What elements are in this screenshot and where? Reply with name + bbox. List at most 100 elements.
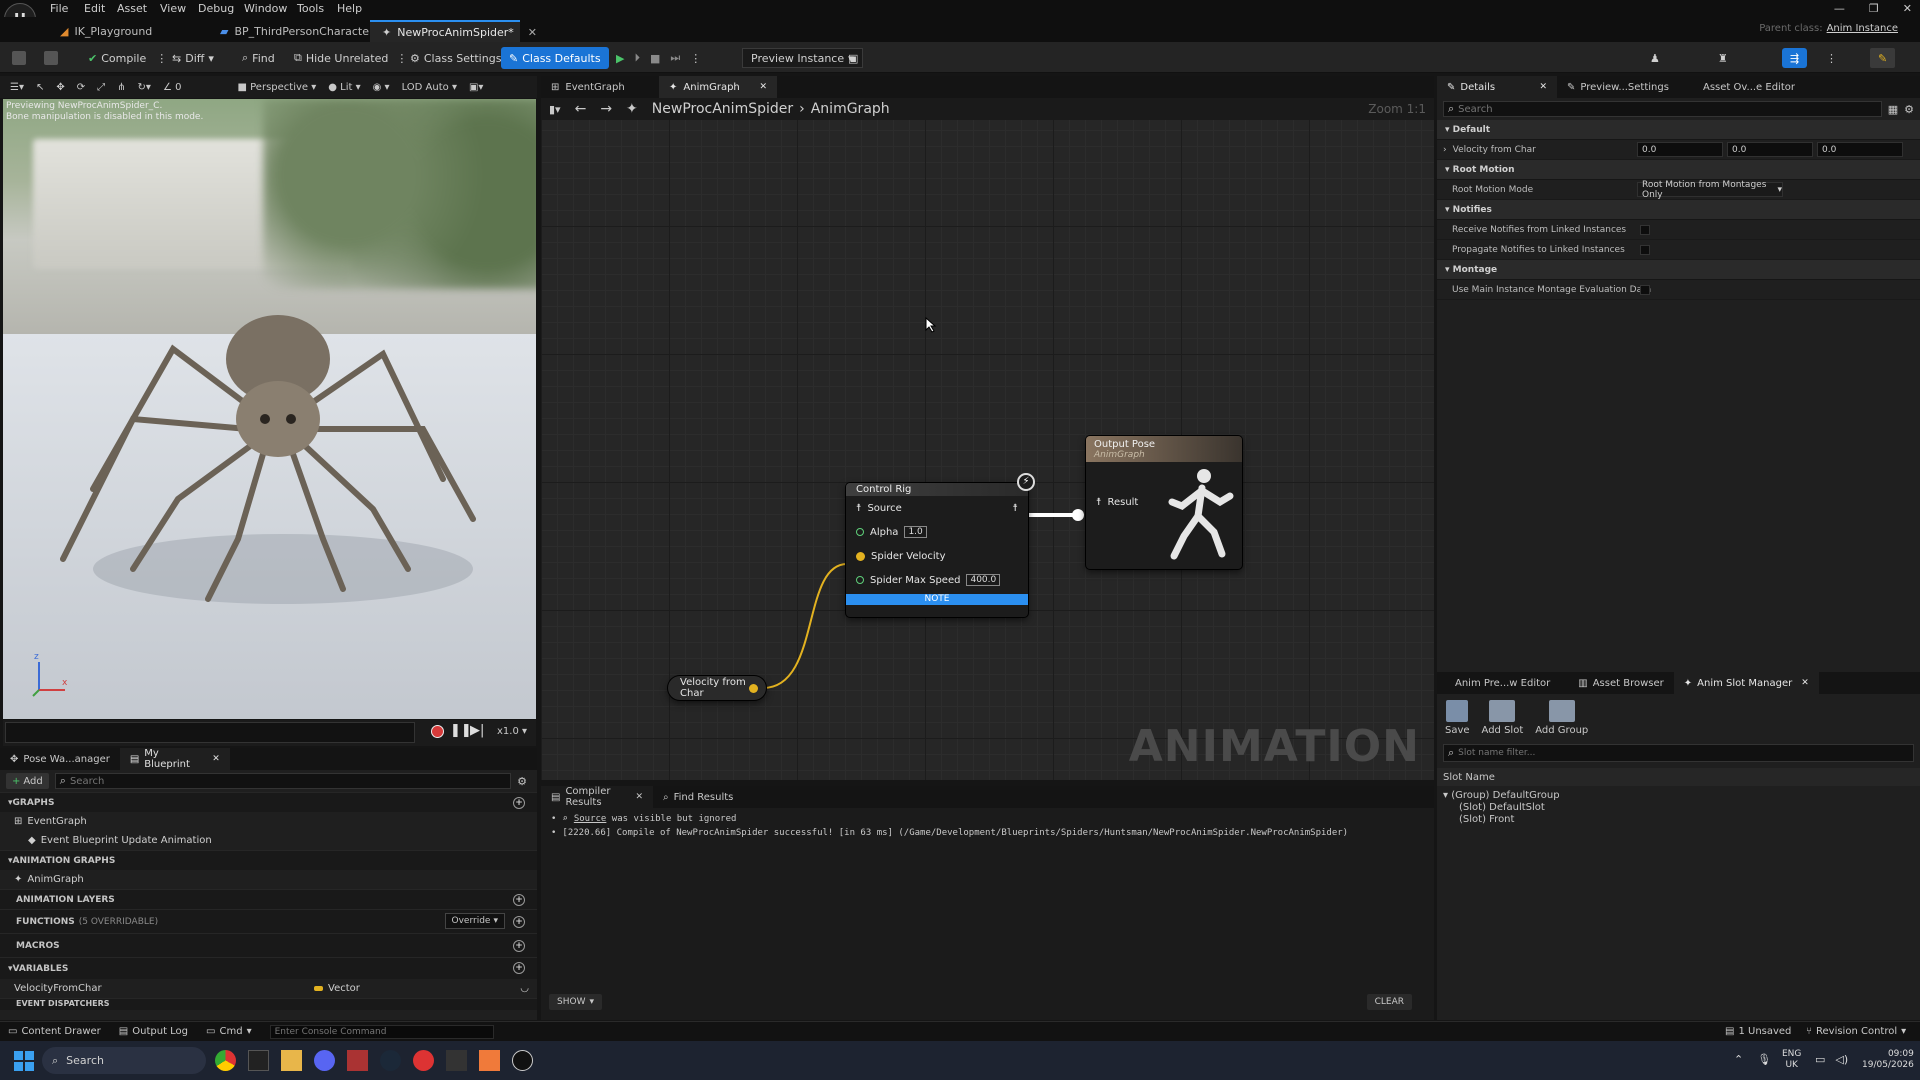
add-layer-icon[interactable]: +	[513, 894, 525, 906]
record-icon[interactable]	[431, 725, 444, 738]
kebab-icon[interactable]: ⋮	[156, 52, 167, 65]
category-default[interactable]: ▾ Default	[1437, 120, 1920, 140]
parent-class-link[interactable]: Anim Instance	[1827, 23, 1898, 34]
steam-icon[interactable]	[380, 1050, 401, 1071]
root-motion-mode-dropdown[interactable]: Root Motion from Montages Only ▾	[1637, 180, 1783, 200]
menu-help[interactable]: Help	[337, 2, 362, 15]
app-icon[interactable]	[479, 1050, 500, 1071]
output-pose-node[interactable]: Output Pose AnimGraph ☨ Result	[1086, 436, 1242, 569]
item-anim-graph[interactable]: ✦ AnimGraph	[0, 870, 537, 889]
variable-row[interactable]: VelocityFromChar Vector ◡	[0, 979, 537, 998]
close-tab-icon[interactable]: ✕	[1801, 678, 1809, 688]
velocity-y-field[interactable]: 0.0	[1727, 142, 1813, 157]
preview-viewport[interactable]: z x	[3, 99, 536, 719]
details-search-input[interactable]	[1458, 103, 1839, 115]
tab-asset-browser[interactable]: ▥ Asset Browser	[1568, 672, 1674, 694]
doc-tab-newprocanimspider[interactable]: ✦ NewProcAnimSpider* ✕	[370, 20, 537, 42]
step-icon[interactable]: ⏵	[634, 51, 640, 65]
vector-pin-icon[interactable]	[749, 683, 758, 693]
section-macros[interactable]: MACROS +	[0, 933, 537, 957]
lit-dropdown[interactable]: ● Lit ▾	[328, 82, 360, 93]
play-icon[interactable]: ▶	[616, 52, 624, 65]
add-variable-icon[interactable]: +	[513, 962, 525, 974]
pose-output-pin-icon[interactable]: ☨	[1013, 503, 1018, 514]
windows-start-icon[interactable]	[14, 1051, 34, 1071]
kebab-icon[interactable]: ⋮	[1826, 48, 1837, 68]
tray-chevron-up-icon[interactable]: ⌃	[1734, 1053, 1743, 1066]
hide-unrelated-button[interactable]: ⧉ Hide Unrelated ⋮	[294, 48, 407, 68]
app-icon[interactable]	[413, 1050, 434, 1071]
tab-details[interactable]: ✎ Details ✕	[1437, 76, 1557, 98]
blueprint-mode-button[interactable]: ⇶	[1782, 48, 1808, 68]
details-search-box[interactable]: ⌕	[1443, 101, 1882, 117]
browse-button[interactable]	[44, 48, 58, 68]
propagate-notifies-checkbox[interactable]	[1640, 245, 1650, 255]
close-tab-icon[interactable]: ✕	[759, 82, 767, 92]
debug-filter-button[interactable]: ▣	[848, 48, 858, 68]
lod-dropdown[interactable]: LOD Auto ▾	[402, 82, 457, 93]
velocity-z-field[interactable]: 0.0	[1817, 142, 1903, 157]
discord-icon[interactable]	[314, 1050, 335, 1071]
tab-preview-settings[interactable]: ✎ Preview...Settings	[1557, 76, 1693, 98]
kebab-icon[interactable]: ⋮	[690, 52, 701, 65]
section-graphs[interactable]: ▾ GRAPHS +	[0, 792, 537, 812]
slot-filter-input[interactable]	[1458, 748, 1879, 758]
source-link[interactable]: Source	[574, 814, 607, 824]
section-event-dispatchers[interactable]: EVENT DISPATCHERS	[0, 998, 537, 1010]
category-root-motion[interactable]: ▾ Root Motion	[1437, 160, 1920, 180]
close-icon[interactable]: ✕	[1903, 2, 1912, 15]
stop-icon[interactable]: ■	[650, 52, 660, 65]
gear-icon[interactable]: ⚙	[517, 775, 527, 788]
class-settings-button[interactable]: ⚙ Class Settings	[410, 48, 501, 68]
options-icon[interactable]: ☰▾	[10, 82, 24, 93]
advance-icon[interactable]: ⏭	[670, 51, 680, 65]
slot-row[interactable]: (Slot) Front	[1443, 814, 1914, 826]
move-icon[interactable]: ✥	[56, 82, 64, 93]
console-command-input[interactable]	[269, 1024, 494, 1039]
category-montage[interactable]: ▾ Montage	[1437, 260, 1920, 280]
content-drawer-button[interactable]: ▭ Content Drawer	[8, 1026, 101, 1037]
file-explorer-icon[interactable]	[281, 1050, 302, 1071]
add-slot-button[interactable]: Add Slot	[1482, 700, 1523, 736]
save-slot-button[interactable]: Save	[1445, 700, 1470, 736]
section-animation-layers[interactable]: ANIMATION LAYERS +	[0, 889, 537, 909]
taskbar-clock[interactable]: 09:09 19/05/2026	[1862, 1049, 1914, 1071]
alpha-value-field[interactable]: 1.0	[904, 526, 927, 538]
perspective-dropdown[interactable]: ■ Perspective ▾	[237, 82, 316, 93]
language-indicator[interactable]: ENG UK	[1782, 1049, 1801, 1071]
gear-icon[interactable]: ⚙	[1904, 103, 1914, 116]
snap-icon[interactable]: ⋔	[117, 82, 125, 93]
override-dropdown[interactable]: Override ▾	[444, 913, 505, 929]
tab-pose-watch-manager[interactable]: ✥ Pose Wa...anager	[0, 748, 120, 770]
terminal-app-icon[interactable]	[248, 1050, 269, 1071]
mesh-mode-button[interactable]: ♜	[1718, 48, 1728, 68]
add-group-button[interactable]: Add Group	[1535, 700, 1588, 736]
table-view-icon[interactable]: ▦	[1888, 103, 1898, 116]
slot-row[interactable]: (Slot) DefaultSlot	[1443, 802, 1914, 814]
clear-button[interactable]: CLEAR	[1366, 994, 1412, 1010]
playback-speed[interactable]: x1.0 ▾	[497, 726, 527, 737]
slot-group-row[interactable]: ▾ (Group) DefaultGroup	[1443, 790, 1914, 802]
slot-filter-box[interactable]: ⌕	[1443, 744, 1914, 762]
taskbar-search[interactable]: ⌕ Search	[42, 1047, 206, 1074]
control-rig-node[interactable]: Control Rig ☨ Source ☨ Alpha 1.0 Spider …	[846, 483, 1028, 617]
app-icon[interactable]	[446, 1050, 467, 1071]
tab-anim-graph[interactable]: ✦ AnimGraph ✕	[659, 76, 777, 98]
show-dropdown[interactable]: ◉ ▾	[373, 82, 390, 93]
find-button[interactable]: ⌕ Find	[242, 48, 275, 68]
use-main-instance-checkbox[interactable]	[1640, 285, 1650, 295]
pin-spider-max-speed[interactable]: Spider Max Speed 400.0	[846, 568, 1028, 592]
step-forward-icon[interactable]: ▶|	[470, 723, 484, 738]
diff-button[interactable]: ⇆ Diff ▾	[172, 48, 214, 68]
class-defaults-button[interactable]: ✎ Class Defaults	[501, 47, 609, 69]
anim-graph-canvas[interactable]: ▮▾ ← → ✦ NewProcAnimSpider › AnimGraph Z…	[541, 98, 1434, 780]
variable-type[interactable]: Vector	[314, 983, 360, 994]
scale-icon[interactable]: ⤢	[97, 82, 105, 93]
close-tab-icon[interactable]: ✕	[212, 754, 220, 764]
rotation-snap-icon[interactable]: ↻▾	[138, 82, 151, 93]
pin-spider-velocity[interactable]: Spider Velocity	[846, 544, 1028, 568]
tab-my-blueprint[interactable]: ▤ My Blueprint ✕	[119, 748, 230, 770]
max-speed-value-field[interactable]: 400.0	[966, 574, 1001, 586]
save-button[interactable]	[12, 48, 26, 68]
menu-asset[interactable]: Asset	[117, 2, 147, 15]
